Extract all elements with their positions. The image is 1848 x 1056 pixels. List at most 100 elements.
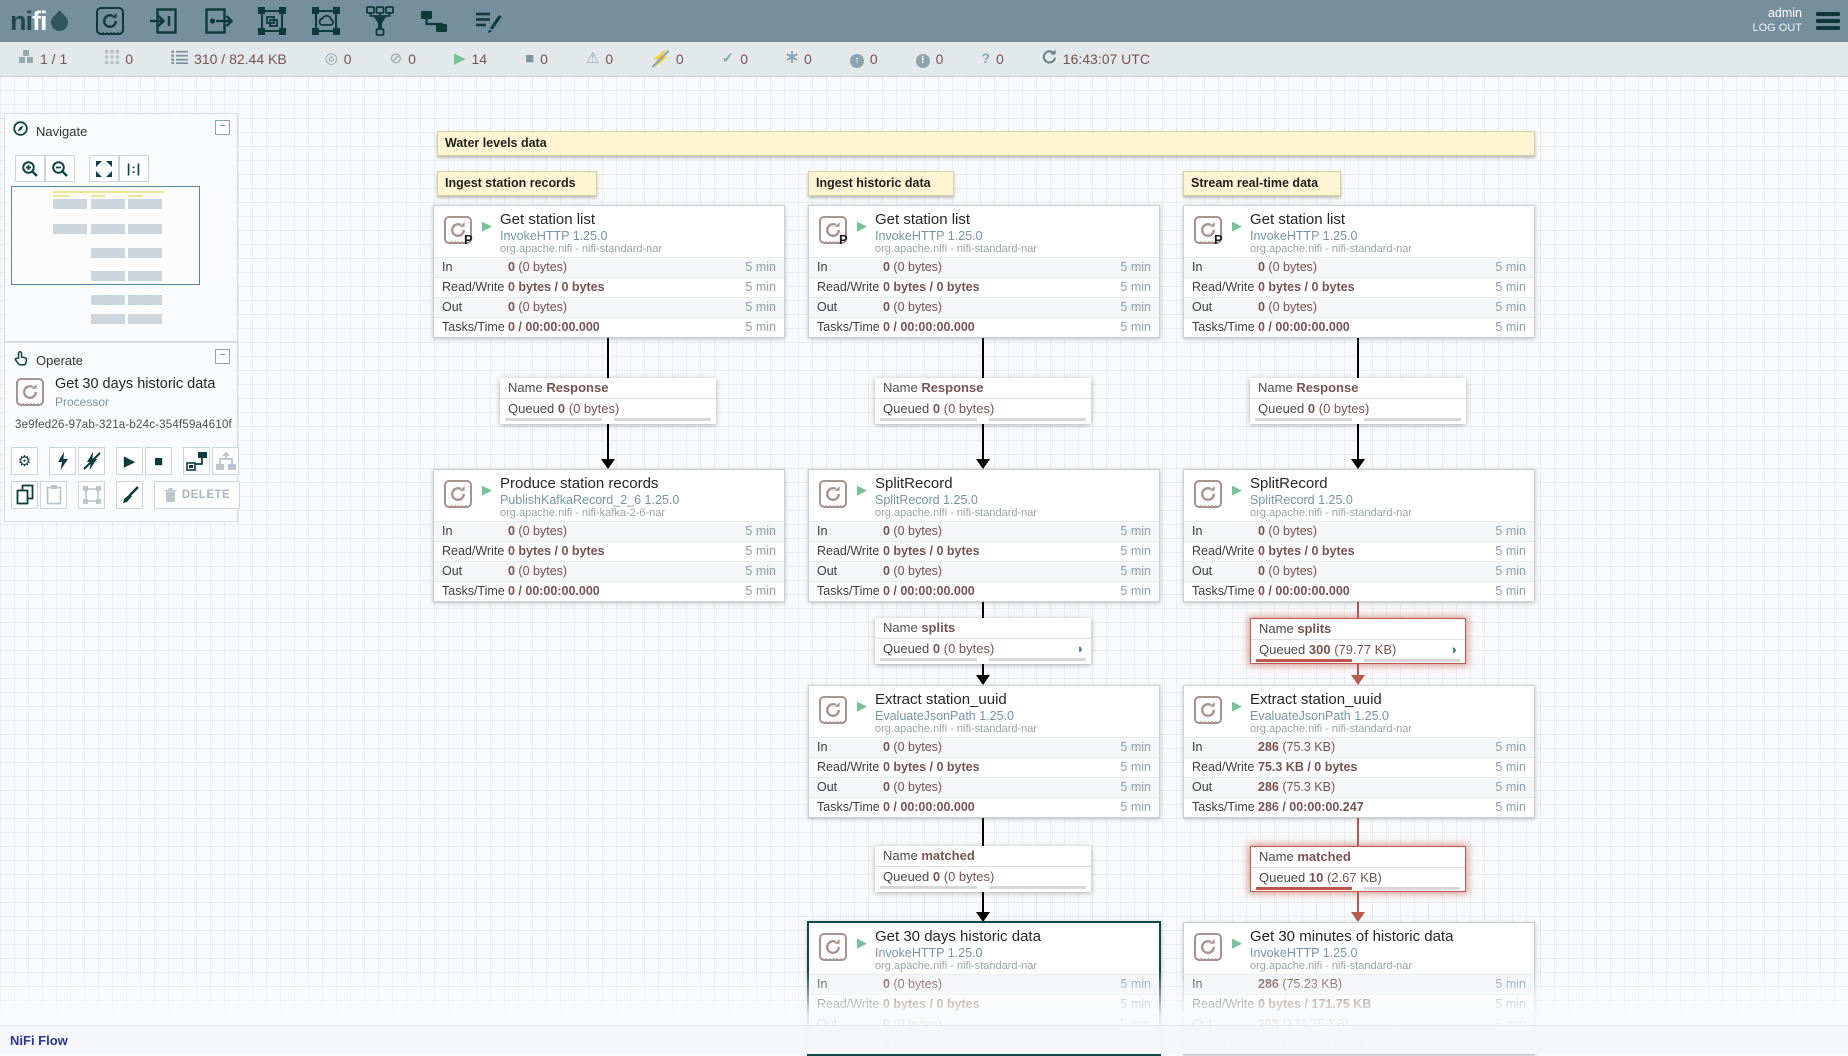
collapse-navigate-button[interactable]: − — [215, 120, 230, 135]
connection-label[interactable]: Name matched Queued 0 (0 bytes) — [875, 846, 1091, 892]
connection-label[interactable]: Name splits Queued 300 (79.77 KB) ◑ — [1250, 618, 1466, 664]
processor-header: P ▶ Get station list InvokeHTTP 1.25.0 o… — [434, 206, 784, 257]
zoom-actual-size-button[interactable]: |:| — [119, 155, 149, 182]
connection-name-row: Name Response — [1250, 378, 1466, 399]
connection-queued-row: Queued 10 (2.67 KB) — [1251, 868, 1465, 887]
nifi-logo: nifi — [10, 6, 68, 37]
processor-type: InvokeHTTP 1.25.0 — [875, 946, 1041, 961]
zoom-out-button[interactable] — [45, 155, 75, 182]
processor-type: SplitRecord 1.25.0 — [875, 493, 1037, 508]
processor[interactable]: ▶ SplitRecord SplitRecord 1.25.0 org.apa… — [808, 469, 1160, 602]
stat-row-in: In0 (0 bytes)5 min — [1184, 521, 1534, 541]
connection-label[interactable]: Name Response Queued 0 (0 bytes) — [875, 378, 1091, 424]
status-stale: ↑0 — [850, 50, 878, 68]
stat-row-out: Out0 (0 bytes)5 min — [809, 297, 1159, 317]
toolbar-process-group-icon[interactable] — [256, 5, 288, 37]
copy-button[interactable] — [11, 481, 38, 509]
processor-title: SplitRecord — [875, 475, 1037, 493]
global-menu-icon[interactable] — [1816, 12, 1840, 30]
group-button[interactable] — [78, 481, 105, 509]
app-header: nifi admin LOG OUT — [0, 0, 1848, 42]
paste-button[interactable] — [40, 481, 67, 509]
connection-label[interactable]: Name Response Queued 0 (0 bytes) — [500, 378, 716, 424]
status-value: 0 — [540, 51, 548, 67]
processor-stamp-icon — [443, 479, 473, 509]
status-disabled: ⚡0 — [651, 50, 683, 68]
threads-icon — [105, 50, 119, 69]
stat-row-in: In0 (0 bytes)5 min — [1184, 257, 1534, 277]
connection-label[interactable]: Name matched Queued 10 (2.67 KB) — [1250, 846, 1466, 892]
canvas-label[interactable]: Ingest station records — [437, 171, 597, 196]
not-transmitting-icon: ⊘ — [390, 50, 403, 68]
collapse-operate-button[interactable]: − — [215, 349, 230, 364]
toolbar-processor-icon[interactable] — [94, 5, 126, 37]
processor-bundle: org.apache.nifi - nifi-standard-nar — [1250, 723, 1412, 736]
processor[interactable]: P ▶ Get station list InvokeHTTP 1.25.0 o… — [433, 205, 785, 338]
primary-node-badge: P — [1214, 232, 1223, 247]
processor-header: P ▶ Get station list InvokeHTTP 1.25.0 o… — [1184, 206, 1534, 257]
configure-button[interactable]: ⚙ — [11, 447, 38, 475]
toolbar-label-icon[interactable] — [472, 5, 504, 37]
start-button[interactable]: ▶ — [116, 447, 143, 475]
connection-label[interactable]: Name splits Queued 0 (0 bytes) ◑ — [875, 618, 1091, 664]
birdseye-component-mark — [91, 199, 125, 209]
status-value: 0 — [408, 51, 416, 67]
stat-row-tasks-time: Tasks/Time0 / 00:00:00.0005 min — [809, 317, 1159, 337]
delete-button[interactable]: DELETE — [154, 481, 240, 509]
enable-button[interactable] — [49, 447, 76, 475]
connection-arrow — [1351, 675, 1365, 685]
queued-icon — [171, 50, 188, 69]
processor[interactable]: ▶ Extract station_uuid EvaluateJsonPath … — [808, 685, 1160, 818]
disable-button[interactable] — [78, 447, 105, 475]
breadcrumb[interactable]: NiFi Flow — [10, 1033, 68, 1048]
toolbar-funnel-icon[interactable] — [364, 5, 396, 37]
processor[interactable]: P ▶ Get station list InvokeHTTP 1.25.0 o… — [1183, 205, 1535, 338]
running-status-icon: ▶ — [482, 482, 492, 498]
locally-modified-icon — [786, 50, 798, 68]
birdseye-map[interactable] — [5, 181, 237, 341]
canvas-label[interactable]: Stream real-time data — [1183, 171, 1341, 196]
connection-name-row: Name matched — [875, 846, 1091, 867]
processor-header: ▶ Extract station_uuid EvaluateJsonPath … — [809, 686, 1159, 737]
birdseye-component-mark — [53, 224, 87, 234]
stat-row-read-write: Read/Write0 bytes / 171.75 KB5 min — [1184, 994, 1534, 1014]
toolbar-output-port-icon[interactable] — [202, 5, 234, 37]
connection-label[interactable]: Name Response Queued 0 (0 bytes) — [1250, 378, 1466, 424]
toolbar-remote-process-group-icon[interactable] — [310, 5, 342, 37]
processor[interactable]: ▶ Extract station_uuid EvaluateJsonPath … — [1183, 685, 1535, 818]
processor[interactable]: P ▶ Get station list InvokeHTTP 1.25.0 o… — [808, 205, 1160, 338]
logout-link[interactable]: LOG OUT — [1752, 22, 1802, 36]
processor[interactable]: ▶ Produce station records PublishKafkaRe… — [433, 469, 785, 602]
processor-bundle: org.apache.nifi - nifi-standard-nar — [875, 723, 1037, 736]
connection-name-row: Name matched — [1251, 847, 1465, 868]
status-value: 310 / 82.44 KB — [194, 51, 287, 67]
birdseye-component-mark — [128, 248, 162, 258]
processor-type: InvokeHTTP 1.25.0 — [1250, 946, 1453, 961]
zoom-fit-button[interactable] — [89, 155, 119, 182]
zoom-in-button[interactable] — [15, 155, 45, 182]
running-status-icon: ▶ — [1232, 218, 1242, 234]
queue-percent-bars — [875, 886, 1091, 889]
birdseye-component-mark — [128, 314, 162, 324]
selected-component-icon — [15, 377, 45, 407]
toolbar-input-port-icon[interactable] — [148, 5, 180, 37]
create-template-button[interactable] — [183, 447, 210, 475]
running-status-icon: ▶ — [1232, 482, 1242, 498]
toolbar-template-icon[interactable] — [418, 5, 450, 37]
stop-button[interactable]: ■ — [145, 447, 172, 475]
processor[interactable]: ▶ SplitRecord SplitRecord 1.25.0 org.apa… — [1183, 469, 1535, 602]
status-locally-modified: 0 — [786, 50, 812, 68]
canvas-label[interactable]: Ingest historic data — [808, 171, 954, 196]
status-refresh[interactable]: 16:43:07 UTC — [1042, 49, 1150, 69]
connection-queued-row: Queued 300 (79.77 KB) ◑ — [1251, 640, 1465, 659]
birdseye-label-mark — [53, 195, 69, 197]
status-threads: 0 — [105, 50, 133, 69]
stat-row-read-write: Read/Write75.3 KB / 0 bytes5 min — [1184, 757, 1534, 777]
processor-stamp-icon — [818, 479, 848, 509]
canvas-label[interactable]: Water levels data — [437, 131, 1535, 156]
fill-color-button[interactable] — [116, 481, 143, 509]
stat-row-in: In286 (75.3 KB)5 min — [1184, 737, 1534, 757]
running-status-icon: ▶ — [857, 218, 867, 234]
processor-stamp-icon — [818, 932, 848, 962]
upload-template-button[interactable] — [212, 447, 239, 475]
